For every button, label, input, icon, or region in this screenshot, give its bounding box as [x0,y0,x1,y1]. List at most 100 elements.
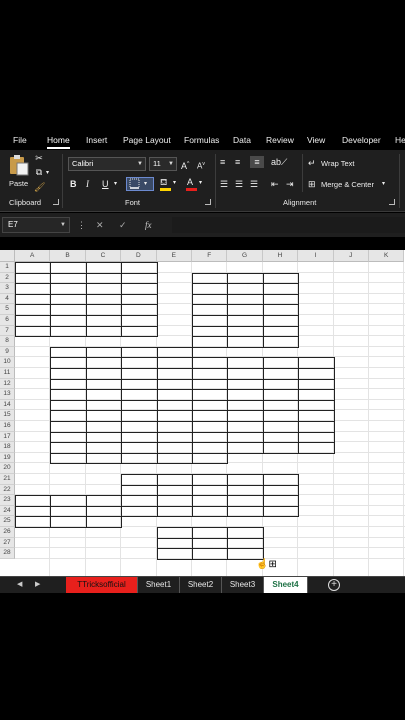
row-header-27[interactable]: 27 [0,537,15,549]
bordered-cell[interactable] [15,516,52,528]
row-header-21[interactable]: 21 [0,474,15,485]
tab-review[interactable]: Review [266,130,294,150]
row-header-17[interactable]: 17 [0,431,15,443]
row-header-28[interactable]: 28 [0,548,15,559]
column-header-h[interactable]: H [262,250,299,262]
name-box[interactable]: E7 ▼ [2,217,70,233]
column-header-j[interactable]: J [333,250,369,262]
row-header-20[interactable]: 20 [0,463,15,474]
row-header-7[interactable]: 7 [0,325,15,337]
row-header-24[interactable]: 24 [0,505,15,517]
row-header-22[interactable]: 22 [0,484,15,496]
font-launcher-icon[interactable] [205,199,211,205]
align-left-icon[interactable]: ☰ [220,178,228,190]
tab-data[interactable]: Data [233,130,251,150]
align-top-icon[interactable]: ≡ [220,156,225,168]
sheet-tab-ttricksofficial[interactable]: TTricksofficial [66,577,138,593]
row-header-2[interactable]: 2 [0,272,15,284]
row-header-15[interactable]: 15 [0,410,15,421]
fill-color-button[interactable]: ⛾ ▾ [160,177,182,191]
row-header-9[interactable]: 9 [0,346,15,358]
row-header-6[interactable]: 6 [0,315,15,326]
column-header-b[interactable]: B [50,250,86,262]
sheet-tab-sheet2[interactable]: Sheet2 [180,577,222,593]
bordered-cell[interactable] [262,442,300,454]
row-header-10[interactable]: 10 [0,357,15,368]
decrease-font-size-icon[interactable]: Av [197,158,205,173]
align-bottom-icon[interactable]: ≡ [250,156,264,168]
tab-file[interactable]: File [13,130,27,150]
row-header-13[interactable]: 13 [0,389,15,400]
previous-sheet-icon[interactable]: ◀ [17,577,22,593]
row-header-26[interactable]: 26 [0,527,15,538]
bordered-cell[interactable] [121,325,158,338]
bold-icon[interactable]: B [70,178,77,190]
clipboard-launcher-icon[interactable] [53,199,59,205]
row-header-1[interactable]: 1 [0,262,15,273]
merge-center-button[interactable]: ⊞ Merge & Center ▾ [308,178,392,192]
tab-view[interactable]: View [307,130,325,150]
paste-button[interactable]: Paste [6,154,32,190]
row-header-18[interactable]: 18 [0,442,15,453]
column-header-i[interactable]: I [298,250,334,262]
font-name-select[interactable]: Calibri ▼ [68,157,146,171]
bordered-cell[interactable] [85,516,123,528]
tab-insert[interactable]: Insert [86,130,107,150]
row-header-11[interactable]: 11 [0,368,15,379]
row-header-16[interactable]: 16 [0,421,15,432]
copy-icon[interactable]: ⧉ [34,166,44,178]
bordered-cell[interactable] [298,442,335,454]
row-header-3[interactable]: 3 [0,283,15,294]
sheet-tab-sheet1[interactable]: Sheet1 [138,577,180,593]
tab-home[interactable]: Home [47,130,70,150]
tab-page-layout[interactable]: Page Layout [123,130,171,150]
bordered-cell[interactable] [50,516,87,528]
decrease-indent-icon[interactable]: ⇤ [271,178,279,190]
bordered-cell[interactable] [156,548,193,560]
row-header-4[interactable]: 4 [0,293,15,305]
bordered-cell[interactable] [192,336,229,348]
tab-help[interactable]: He [395,130,405,150]
column-header-g[interactable]: G [227,250,263,262]
font-size-select[interactable]: 11 ▼ [149,157,177,171]
orientation-icon[interactable]: ab⟋ [271,156,287,168]
bordered-cell[interactable] [192,505,229,518]
bordered-cell[interactable] [121,452,158,465]
bordered-cell[interactable] [156,452,193,465]
column-header-a[interactable]: A [15,250,51,262]
row-header-8[interactable]: 8 [0,336,15,347]
font-color-button[interactable]: A ▾ [186,177,208,191]
row-header-23[interactable]: 23 [0,495,15,506]
add-sheet-icon[interactable]: + [328,579,340,591]
select-all-corner[interactable] [0,250,15,262]
formula-input[interactable] [172,217,405,233]
bordered-cell[interactable] [227,336,264,348]
underline-dropdown-icon[interactable]: ▾ [114,178,117,190]
bordered-cell[interactable] [50,325,87,338]
bordered-cell[interactable] [50,452,87,465]
wrap-text-button[interactable]: ↵ Wrap Text [308,157,368,171]
underline-icon[interactable]: U [102,178,109,190]
sheet-tab-sheet4[interactable]: Sheet4 [264,577,308,593]
italic-icon[interactable]: I [86,178,89,190]
bordered-cell[interactable] [262,336,300,348]
copy-dropdown-icon[interactable]: ▾ [46,167,49,179]
bordered-cell[interactable] [192,548,229,560]
bordered-cell[interactable] [85,325,123,338]
tab-formulas[interactable]: Formulas [184,130,219,150]
bordered-cell[interactable] [227,442,264,454]
borders-button[interactable]: ▾ [126,177,154,191]
column-header-d[interactable]: D [121,250,157,262]
increase-font-size-icon[interactable]: A^ [181,158,189,172]
row-header-14[interactable]: 14 [0,399,15,411]
bordered-cell[interactable] [192,452,229,465]
insert-function-icon[interactable]: fx [145,217,152,233]
align-center-icon[interactable]: ☰ [235,178,243,190]
bordered-cell[interactable] [227,505,264,518]
more-options-icon[interactable]: ⋮ [77,217,86,233]
alignment-launcher-icon[interactable] [389,199,395,205]
tab-developer[interactable]: Developer [342,130,381,150]
column-header-k[interactable]: K [369,250,405,262]
next-sheet-icon[interactable]: ▶ [35,577,40,593]
format-painter-icon[interactable]: 🖌 [34,181,45,193]
